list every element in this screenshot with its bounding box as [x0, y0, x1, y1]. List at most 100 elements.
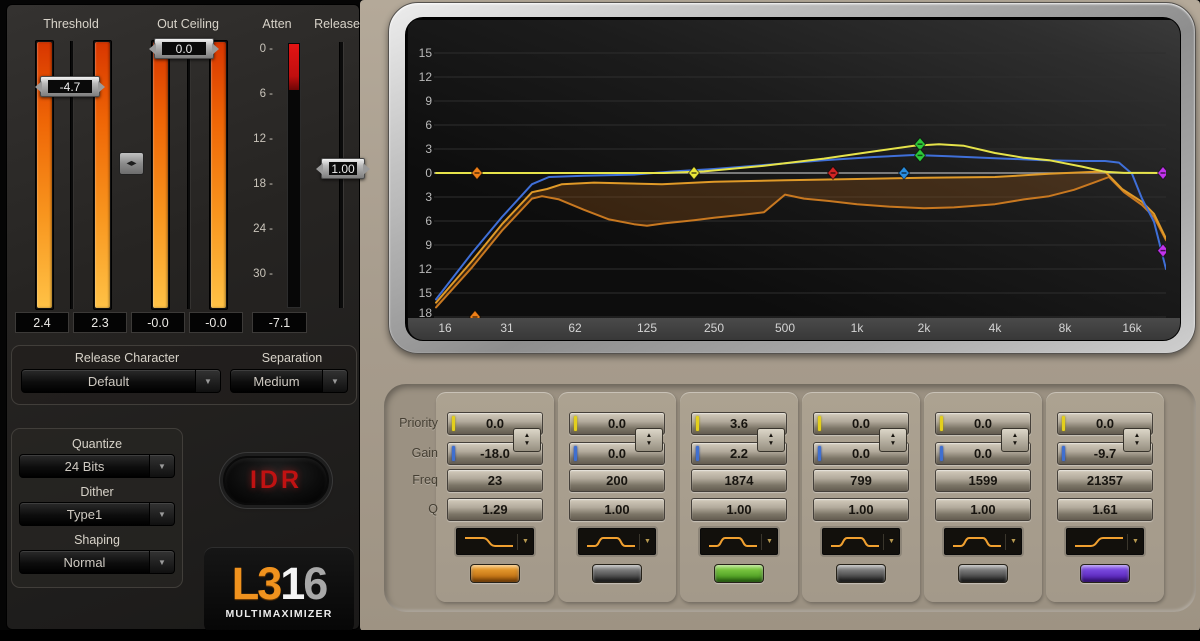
- band-color-button[interactable]: [592, 564, 642, 583]
- stepper-down-icon: ▼: [768, 440, 774, 448]
- band-freq-field[interactable]: 1874: [691, 469, 787, 492]
- chevron-down-icon[interactable]: ▼: [150, 550, 175, 574]
- release-value-chip[interactable]: 1.00: [321, 158, 365, 179]
- chevron-down-icon[interactable]: ▼: [323, 369, 348, 393]
- freq-tick-label: 2k: [907, 321, 941, 335]
- freq-tick-label: 500: [768, 321, 802, 335]
- release-label: Release: [307, 17, 367, 33]
- ceiling-meter-right[interactable]: [211, 42, 226, 308]
- band-color-button[interactable]: [714, 564, 764, 583]
- db-tick-label: 6: [408, 118, 432, 132]
- filter-shape-icon: [1071, 533, 1127, 551]
- chevron-down-icon[interactable]: ▼: [517, 534, 533, 550]
- chevron-down-icon[interactable]: ▼: [639, 534, 655, 550]
- channel-link-button[interactable]: ◂▸: [119, 152, 144, 175]
- dither-dropdown[interactable]: Type1 ▼: [19, 502, 175, 526]
- priority-tick-icon: [574, 416, 577, 431]
- chevron-down-icon[interactable]: ▼: [196, 369, 221, 393]
- chevron-down-icon[interactable]: ▼: [150, 502, 175, 526]
- shaping-label: Shaping: [21, 533, 173, 547]
- stepper-up-icon: ▲: [1012, 432, 1018, 440]
- band-q-field[interactable]: 1.00: [935, 498, 1031, 521]
- l316-plugin-window: Threshold Out Ceiling Atten Release -4.7…: [0, 0, 1200, 641]
- chevron-down-icon[interactable]: ▼: [1127, 534, 1143, 550]
- band-shape-button[interactable]: ▼: [578, 528, 656, 555]
- chevron-down-icon[interactable]: ▼: [761, 534, 777, 550]
- band-shape-button[interactable]: ▼: [822, 528, 900, 555]
- atten-tick: 0: [243, 43, 273, 55]
- idr-button-label: IDR: [250, 466, 302, 495]
- ceiling-meter-left[interactable]: [153, 42, 168, 308]
- ceiling-readout-left: -0.0: [131, 312, 185, 333]
- band-q-field[interactable]: 1.29: [447, 498, 543, 521]
- band-q-field[interactable]: 1.00: [691, 498, 787, 521]
- db-tick-label: 12: [408, 262, 432, 276]
- atten-label: Atten: [255, 17, 299, 33]
- separation-value: Medium: [230, 369, 323, 393]
- band-strip-2: 0.0 ▲▼ 0.0 200 1.00 ▼: [569, 412, 665, 602]
- frequency-axis: 1631621252505001k2k4k8k16k: [408, 318, 1180, 340]
- eq-graph[interactable]: [434, 28, 1166, 320]
- chevron-down-icon[interactable]: ▼: [150, 454, 175, 478]
- band-shape-button[interactable]: ▼: [700, 528, 778, 555]
- band-q-field[interactable]: 1.00: [569, 498, 665, 521]
- band-strip-6: 0.0 ▲▼ -9.7 21357 1.61 ▼: [1057, 412, 1153, 602]
- band-color-button[interactable]: [836, 564, 886, 583]
- band-strip-3: 3.6 ▲▼ 2.2 1874 1.00 ▼: [691, 412, 787, 602]
- band-color-button[interactable]: [958, 564, 1008, 583]
- band-freq-field[interactable]: 1599: [935, 469, 1031, 492]
- release-character-value: Default: [21, 369, 196, 393]
- band-stepper[interactable]: ▲▼: [1123, 428, 1151, 452]
- out-ceiling-value-chip[interactable]: 0.0: [154, 38, 214, 59]
- db-tick-label: 9: [408, 238, 432, 252]
- freq-tick-label: 31: [490, 321, 524, 335]
- freq-tick-label: 16: [428, 321, 462, 335]
- atten-tick: 12: [243, 133, 273, 145]
- chevron-down-icon[interactable]: ▼: [883, 534, 899, 550]
- band-shape-button[interactable]: ▼: [1066, 528, 1144, 555]
- quantize-value: 24 Bits: [19, 454, 150, 478]
- release-value: 1.00: [329, 162, 357, 175]
- release-character-dropdown[interactable]: Default ▼: [21, 369, 221, 393]
- stepper-up-icon: ▲: [1134, 432, 1140, 440]
- band-q-field[interactable]: 1.00: [813, 498, 909, 521]
- band-stepper[interactable]: ▲▼: [635, 428, 663, 452]
- band-stepper[interactable]: ▲▼: [879, 428, 907, 452]
- band-color-button[interactable]: [1080, 564, 1130, 583]
- threshold-value-chip[interactable]: -4.7: [40, 76, 100, 97]
- atten-tick: 30: [243, 268, 273, 280]
- band-freq-field[interactable]: 200: [569, 469, 665, 492]
- band-shape-button[interactable]: ▼: [944, 528, 1022, 555]
- threshold-value: -4.7: [48, 80, 92, 93]
- db-tick-label: 9: [408, 94, 432, 108]
- atten-tick: 24: [243, 223, 273, 235]
- band-shape-button[interactable]: ▼: [456, 528, 534, 555]
- band-stepper[interactable]: ▲▼: [757, 428, 785, 452]
- q-row-label: Q: [368, 502, 438, 516]
- band-freq-field[interactable]: 21357: [1057, 469, 1153, 492]
- attenuation-meter-fill: [289, 44, 299, 90]
- separation-dropdown[interactable]: Medium ▼: [230, 369, 348, 393]
- link-arrows-icon: ◂▸: [126, 158, 136, 169]
- ceiling-slider-groove[interactable]: [187, 41, 191, 309]
- band-stepper[interactable]: ▲▼: [513, 428, 541, 452]
- freq-tick-label: 8k: [1048, 321, 1082, 335]
- db-tick-label: 15: [408, 286, 432, 300]
- gain-tick-icon: [1062, 446, 1065, 461]
- band-stepper[interactable]: ▲▼: [1001, 428, 1029, 452]
- gain-tick-icon: [452, 446, 455, 461]
- graph-bezel: 15129630369121518 1631621252505001k2k4k8…: [388, 2, 1196, 354]
- band-freq-field[interactable]: 23: [447, 469, 543, 492]
- band-freq-field[interactable]: 799: [813, 469, 909, 492]
- chevron-down-icon[interactable]: ▼: [1005, 534, 1021, 550]
- db-tick-label: 3: [408, 142, 432, 156]
- band-color-button[interactable]: [470, 564, 520, 583]
- db-tick-label: 15: [408, 46, 432, 60]
- out-ceiling-value: 0.0: [162, 42, 206, 55]
- quantize-dropdown[interactable]: 24 Bits ▼: [19, 454, 175, 478]
- dither-value: Type1: [19, 502, 150, 526]
- band-q-field[interactable]: 1.61: [1057, 498, 1153, 521]
- idr-button[interactable]: IDR: [223, 456, 329, 505]
- priority-tick-icon: [696, 416, 699, 431]
- shaping-dropdown[interactable]: Normal ▼: [19, 550, 175, 574]
